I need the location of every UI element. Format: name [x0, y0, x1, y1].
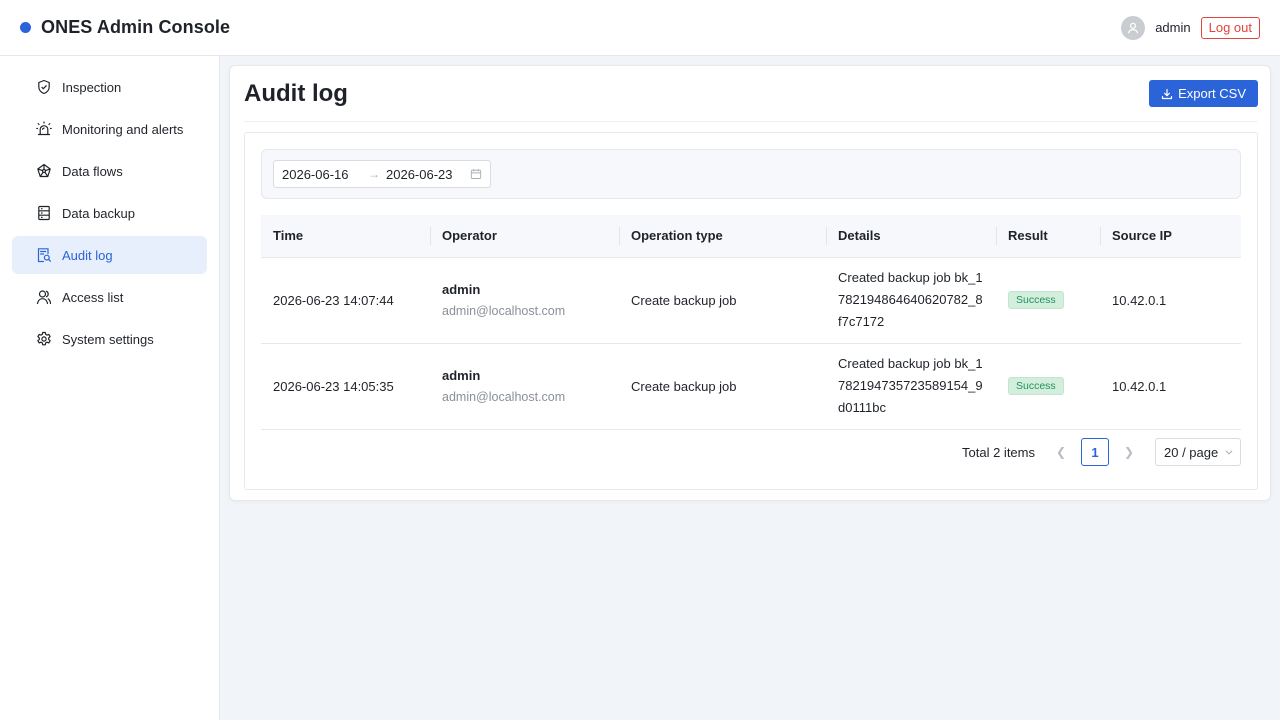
page-size-value: 20 / page [1164, 444, 1219, 460]
card-header: Audit log Export CSV [244, 66, 1258, 122]
users-icon [36, 290, 52, 305]
gear-icon [37, 331, 51, 346]
table-row: 2026-06-23 14:07:44 admin admin@localhos… [261, 257, 1241, 344]
page-size-select[interactable]: 20 / page [1155, 438, 1241, 466]
database-icon [38, 205, 50, 221]
audit-log-card: Audit log Export CSV 2026-06-16 → 2026-0… [229, 65, 1271, 501]
cell-operation-type: Create backup job [619, 257, 826, 344]
sidebar-item-label: Access list [62, 289, 124, 305]
table-header-row: Time Operator Operation type Details Res… [261, 215, 1241, 258]
cell-operation-type: Create backup job [619, 343, 826, 430]
table-row: 2026-06-23 14:05:35 admin admin@localhos… [261, 343, 1241, 430]
sidebar-item-label: Audit log [62, 247, 113, 263]
brand: ONES Admin Console [20, 17, 230, 38]
operator-name: admin [442, 368, 481, 383]
cell-operator: admin admin@localhost.com [430, 343, 619, 430]
user-area: admin Log out [1121, 15, 1260, 40]
date-range-picker[interactable]: 2026-06-16 → 2026-06-23 [273, 160, 491, 188]
sidebar-item-system-settings[interactable]: System settings [12, 320, 207, 358]
sidebar-item-label: Inspection [62, 79, 122, 95]
column-header-time: Time [261, 215, 430, 258]
operator-name: admin [442, 282, 481, 297]
sidebar-item-monitoring[interactable]: Monitoring and alerts [12, 110, 207, 148]
export-csv-button[interactable]: Export CSV [1149, 80, 1258, 107]
cell-time: 2026-06-23 14:05:35 [261, 343, 430, 430]
sidebar-item-label: System settings [62, 331, 154, 347]
audit-log-panel: 2026-06-16 → 2026-06-23 Time Operator Op… [244, 132, 1258, 490]
brand-dot-icon [20, 22, 31, 33]
column-header-source-ip: Source IP [1100, 215, 1241, 258]
page-title: Audit log [244, 79, 348, 107]
page-1-button[interactable]: 1 [1081, 438, 1109, 466]
sidebar-item-label: Data backup [62, 205, 135, 221]
avatar[interactable] [1121, 15, 1146, 40]
operator-email: admin@localhost.com [442, 304, 566, 318]
column-header-operation-type: Operation type [619, 215, 826, 258]
cell-operator: admin admin@localhost.com [430, 257, 619, 344]
status-badge: Success [1008, 377, 1064, 395]
details-text: Created backup job bk_178219486464062078… [838, 270, 983, 329]
details-text: Created backup job bk_178219473572358915… [838, 356, 983, 415]
user-icon [1128, 22, 1139, 33]
alarm-icon [36, 121, 52, 136]
cell-source-ip: 10.42.0.1 [1100, 343, 1241, 430]
sidebar: Inspection Monitoring and alerts Data fl… [0, 56, 220, 720]
cell-time: 2026-06-23 14:07:44 [261, 257, 430, 344]
cell-source-ip: 10.42.0.1 [1100, 257, 1241, 344]
sidebar-item-access-list[interactable]: Access list [12, 278, 207, 316]
sidebar-item-label: Monitoring and alerts [62, 121, 184, 137]
sidebar-item-inspection[interactable]: Inspection [12, 68, 207, 106]
status-badge: Success [1008, 291, 1064, 309]
sidebar-item-label: Data flows [62, 163, 123, 179]
sidebar-item-audit-log[interactable]: Audit log [12, 236, 207, 274]
cell-details: Created backup job bk_178219486464062078… [826, 257, 996, 344]
start-date-input[interactable]: 2026-06-16 [282, 167, 368, 182]
download-icon [1161, 88, 1173, 99]
logout-button[interactable]: Log out [1200, 16, 1260, 39]
cell-details: Created backup job bk_178219473572358915… [826, 343, 996, 430]
cell-result: Success [996, 257, 1100, 344]
app-title: ONES Admin Console [41, 17, 231, 37]
export-csv-label: Export CSV [1178, 86, 1246, 101]
network-icon [37, 163, 51, 178]
arrow-right-icon: → [368, 167, 380, 181]
username: admin [1155, 20, 1191, 35]
end-date-input[interactable]: 2026-06-23 [386, 167, 470, 182]
operator-email: admin@localhost.com [442, 390, 566, 404]
shield-check-icon [38, 79, 50, 95]
calendar-icon [470, 169, 482, 179]
column-header-result: Result [996, 215, 1100, 258]
sidebar-item-data-flows[interactable]: Data flows [12, 152, 207, 190]
sidebar-item-data-backup[interactable]: Data backup [12, 194, 207, 232]
column-header-details: Details [826, 215, 996, 258]
audit-log-table: Time Operator Operation type Details Res… [261, 215, 1241, 430]
total-items: Total 2 items [962, 444, 1035, 460]
top-header: ONES Admin Console admin Log out [0, 0, 1280, 56]
pagination: Total 2 items ❮ 1 ❯ 20 / page [962, 438, 1241, 466]
chevron-right-icon[interactable]: ❯ [1117, 445, 1141, 459]
column-header-operator: Operator [430, 215, 619, 258]
filter-bar: 2026-06-16 → 2026-06-23 [261, 149, 1241, 199]
audit-search-icon [37, 248, 51, 263]
chevron-down-icon [1225, 450, 1233, 455]
cell-result: Success [996, 343, 1100, 430]
chevron-left-icon[interactable]: ❮ [1049, 445, 1073, 459]
